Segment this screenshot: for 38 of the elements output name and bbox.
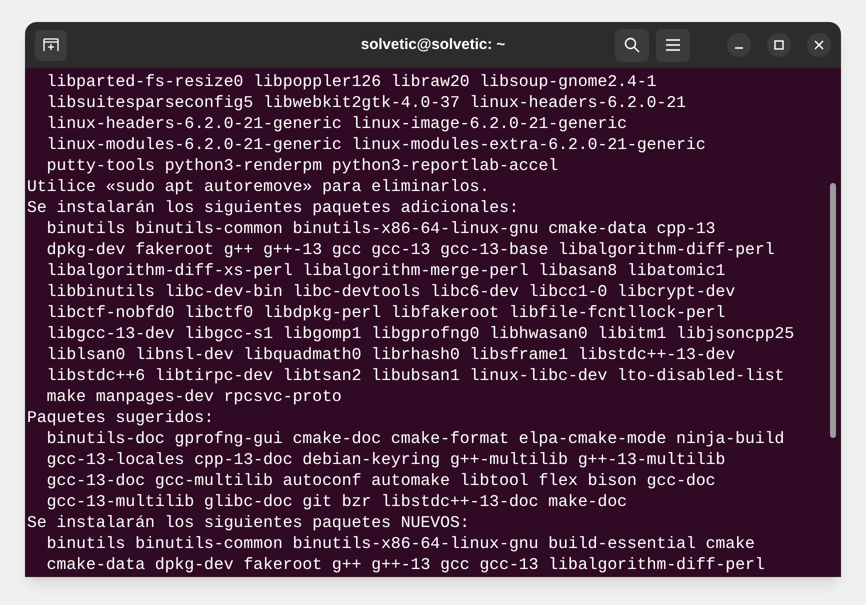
- scrollbar-thumb[interactable]: [830, 183, 836, 438]
- terminal-line: libctf-nobfd0 libctf0 libdpkg-perl libfakeroot libfile-fcntllock-perl: [46, 302, 726, 323]
- terminal-line: Paquetes sugeridos:: [27, 407, 215, 428]
- terminal-line: libgcc-13-dev libgcc-s1 libgomp1 libgprofng0 libhwasan0 libitm1 libjsoncpp25: [46, 323, 796, 344]
- terminal-line: cmake-data dpkg-dev fakeroot g++ g++-13 gcc gcc-13 libalgorithm-diff-perl: [46, 554, 766, 575]
- maximize-button[interactable]: [767, 33, 791, 57]
- close-button[interactable]: [807, 33, 831, 57]
- terminal-line: linux-modules-6.2.0-21-generic linux-modules-extra-6.2.0-21-generic: [46, 134, 707, 155]
- close-icon: [814, 40, 824, 50]
- minimize-button[interactable]: [727, 33, 751, 57]
- terminal-line: gcc-13-multilib glibc-doc git bzr libstdc++-13-doc make-doc: [46, 491, 628, 512]
- terminal-line: libbinutils libc-dev-bin libc-devtools libc6-dev libcc1-0 libcrypt-dev: [46, 281, 736, 302]
- minimize-icon: [735, 47, 743, 49]
- terminal-line: linux-headers-6.2.0-21-generic linux-image-6.2.0-21-generic: [46, 113, 628, 134]
- terminal-line: libparted-fs-resize0 libpoppler126 libraw20 libsoup-gnome2.4-1: [46, 71, 658, 92]
- terminal-line: gcc-13-locales cpp-13-doc debian-keyring g++-multilib g++-13-multilib: [46, 449, 726, 470]
- terminal-line: Se instalarán los siguientes paquetes NUEVOS:: [27, 512, 471, 533]
- terminal-line: binutils-doc gprofng-gui cmake-doc cmake-format elpa-cmake-mode ninja-build: [46, 428, 786, 449]
- terminal-line: libsuitesparseconfig5 libwebkit2gtk-4.0-37 linux-headers-6.2.0-21: [46, 92, 688, 113]
- new-tab-icon: [43, 37, 59, 53]
- terminal-line: binutils binutils-common binutils-x86-64-linux-gnu cmake-data cpp-13: [46, 218, 717, 239]
- search-icon: [624, 37, 640, 53]
- maximize-icon: [774, 40, 784, 50]
- terminal-line: make manpages-dev rpcsvc-proto: [46, 386, 343, 407]
- menu-icon: [666, 39, 680, 51]
- terminal-line: libalgorithm-diff-xs-perl libalgorithm-merge-perl libasan8 libatomic1: [46, 260, 726, 281]
- menu-button[interactable]: [656, 28, 690, 62]
- terminal-line: dpkg-dev fakeroot g++ g++-13 gcc gcc-13 gcc-13-base libalgorithm-diff-perl: [46, 239, 776, 260]
- terminal-line: libstdc++6 libtirpc-dev libtsan2 libubsan1 linux-libc-dev lto-disabled-list: [46, 365, 786, 386]
- terminal-line: liblsan0 libnsl-dev libquadmath0 librhash0 libsframe1 libstdc++-13-dev: [46, 344, 736, 365]
- search-button[interactable]: [615, 28, 649, 62]
- terminal-line: binutils binutils-common binutils-x86-64-linux-gnu build-essential cmake: [46, 533, 756, 554]
- terminal-line: gcc-13-doc gcc-multilib autoconf automake libtool flex bison gcc-doc: [46, 470, 717, 491]
- terminal-line: putty-tools python3-renderpm python3-reportlab-accel: [46, 155, 560, 176]
- new-tab-button[interactable]: [35, 30, 67, 60]
- terminal-line: Utilice «sudo apt autoremove» para eliminarlos.: [27, 176, 490, 197]
- terminal-line: Se instalarán los siguientes paquetes adicionales:: [27, 197, 520, 218]
- window-title: solvetic@solvetic: ~: [360, 34, 506, 55]
